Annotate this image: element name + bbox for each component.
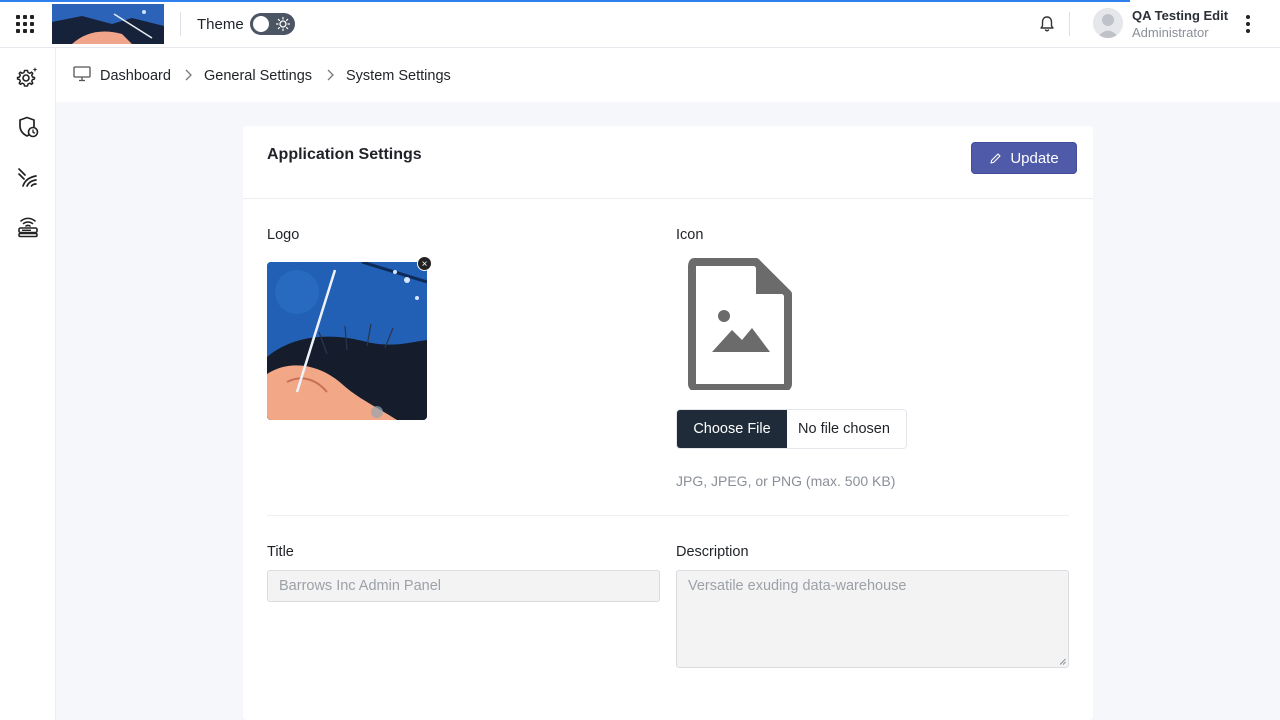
card-divider bbox=[243, 198, 1093, 199]
chevron-right-icon bbox=[185, 69, 192, 81]
choose-file-button[interactable]: Choose File bbox=[677, 410, 787, 448]
apps-grid-icon[interactable] bbox=[16, 15, 34, 33]
user-name[interactable]: QA Testing Edit bbox=[1132, 8, 1228, 23]
settings-gear-icon[interactable] bbox=[16, 65, 40, 89]
description-placeholder: Versatile exuding data-warehouse bbox=[688, 578, 907, 594]
user-role: Administrator bbox=[1132, 25, 1209, 40]
breadcrumb-general-settings[interactable]: General Settings bbox=[204, 68, 312, 84]
file-hint-text: JPG, JPEG, or PNG (max. 500 KB) bbox=[676, 473, 896, 489]
chevron-right-icon bbox=[327, 69, 334, 81]
top-bar: Theme QA Testing Edit Administrator bbox=[0, 0, 1280, 48]
logo-preview-image bbox=[267, 262, 427, 420]
file-status-text: No file chosen bbox=[787, 410, 906, 448]
notification-bell-icon[interactable] bbox=[1037, 14, 1057, 34]
monitor-icon bbox=[73, 66, 91, 82]
theme-label: Theme bbox=[197, 16, 244, 33]
title-label: Title bbox=[267, 544, 294, 560]
sidebar bbox=[0, 48, 56, 720]
image-file-placeholder-icon bbox=[688, 258, 792, 390]
more-options-icon[interactable] bbox=[1240, 14, 1256, 34]
breadcrumb-system-settings: System Settings bbox=[346, 68, 451, 84]
description-label: Description bbox=[676, 544, 749, 560]
router-icon[interactable] bbox=[16, 215, 40, 239]
header-divider bbox=[180, 12, 181, 36]
breadcrumb-dashboard[interactable]: Dashboard bbox=[100, 68, 171, 84]
application-settings-card: Application Settings Update Logo × Icon bbox=[243, 126, 1093, 720]
remove-logo-button[interactable]: × bbox=[417, 256, 432, 271]
icon-label: Icon bbox=[676, 227, 704, 243]
update-button[interactable]: Update bbox=[971, 142, 1077, 174]
user-avatar[interactable] bbox=[1093, 8, 1123, 38]
title-input[interactable]: Barrows Inc Admin Panel bbox=[267, 570, 660, 602]
app-logo[interactable] bbox=[52, 4, 164, 44]
section-divider bbox=[267, 515, 1069, 516]
page-loading-bar bbox=[0, 0, 1130, 2]
description-textarea[interactable]: Versatile exuding data-warehouse bbox=[676, 570, 1069, 668]
header-divider bbox=[1069, 12, 1070, 36]
toggle-knob bbox=[253, 16, 269, 32]
update-button-label: Update bbox=[1010, 149, 1059, 167]
card-title: Application Settings bbox=[267, 146, 422, 163]
pencil-icon bbox=[990, 152, 1001, 164]
icon-file-input[interactable]: Choose File No file chosen bbox=[676, 409, 907, 449]
theme-toggle[interactable] bbox=[250, 13, 295, 35]
resize-handle-icon[interactable] bbox=[1059, 658, 1066, 665]
signal-waves-icon[interactable] bbox=[16, 165, 40, 189]
shield-clock-icon[interactable] bbox=[16, 115, 40, 139]
logo-label: Logo bbox=[267, 227, 300, 243]
sun-icon bbox=[275, 16, 291, 32]
